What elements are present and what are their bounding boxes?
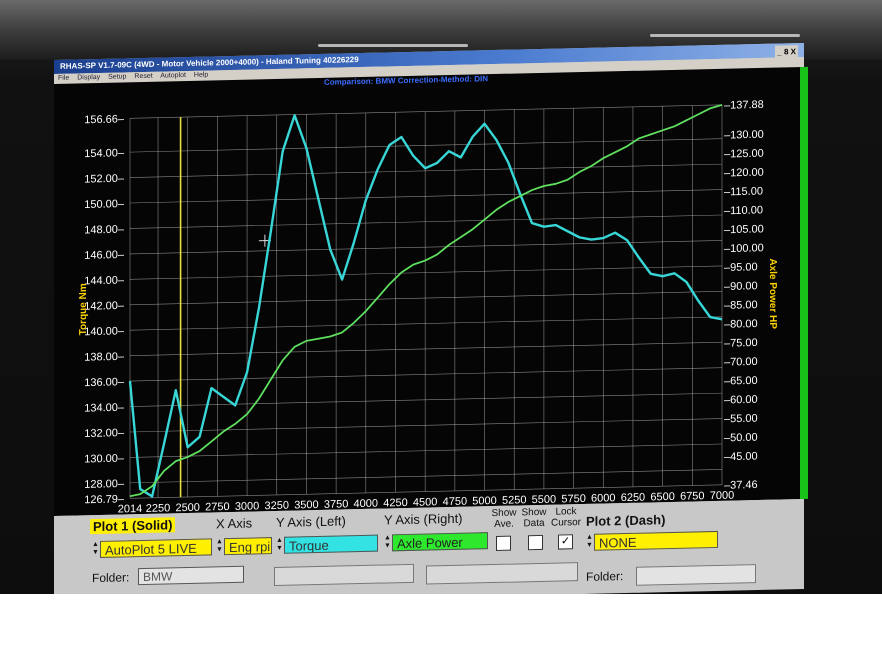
y-right-tick-label: –137.88: [724, 99, 764, 112]
y-right-tick-label: –37.46: [724, 479, 758, 492]
y-left-tick-label: 144.00–: [84, 274, 125, 287]
y-left-tick-label: 142.00–: [84, 300, 125, 313]
window-edge-strip: [800, 66, 808, 500]
lock-cursor-checkbox[interactable]: ✓: [558, 534, 573, 550]
menu-reset[interactable]: Reset: [134, 73, 152, 80]
y-right-tick-label: –130.00: [724, 129, 764, 142]
plot1-info-box-2: [426, 562, 578, 585]
page-bottom-blank: [0, 594, 882, 662]
folder2-label: Folder:: [586, 569, 624, 584]
y-right-selector[interactable]: Axle Power: [392, 532, 488, 552]
x-axis-spinner-icon[interactable]: ▲ ▼: [216, 538, 223, 555]
show-data-label: Show Data: [521, 506, 547, 530]
y-left-tick-label: 126.79–: [84, 493, 125, 506]
menu-display[interactable]: Display: [77, 74, 100, 82]
y-left-tick-label: 136.00–: [84, 376, 125, 389]
y-right-tick-label: –95.00: [724, 261, 758, 274]
plot2-spinner-icon[interactable]: ▲ ▼: [586, 534, 593, 551]
y-left-tick-label: 146.00–: [84, 249, 125, 262]
y-left-tick-label: 140.00–: [84, 325, 125, 338]
y-right-tick-label: –90.00: [724, 280, 758, 293]
plot2-label: Plot 2 (Dash): [586, 512, 666, 529]
y-right-tick-label: –60.00: [724, 394, 758, 407]
y-right-tick-label: –100.00: [724, 242, 764, 255]
plot2-selector[interactable]: NONE: [594, 530, 718, 551]
y-left-tick-label: 130.00–: [84, 453, 125, 466]
x-axis-label: X Axis: [216, 515, 253, 532]
plot1-info-box: [274, 563, 414, 587]
menu-help[interactable]: Help: [194, 71, 208, 78]
y-right-tick-label: –105.00: [724, 223, 764, 236]
show-ave-checkbox[interactable]: [496, 535, 511, 551]
y-right-tick-label: –115.00: [724, 185, 763, 198]
y-left-selector[interactable]: Torque: [284, 534, 378, 554]
plot1-selector[interactable]: AutoPlot 5 LIVE: [100, 538, 212, 558]
show-ave-label: Show Ave.: [491, 507, 517, 531]
y-right-tick-label: –70.00: [724, 356, 758, 369]
y-right-tick-label: –120.00: [724, 167, 764, 180]
y-left-tick-label: 150.00–: [84, 198, 125, 211]
lock-cursor-label: Lock Cursor: [550, 506, 581, 529]
y-left-tick-label: 156.66–: [84, 113, 125, 126]
folder2-input[interactable]: [636, 564, 756, 586]
y-right-spinner-icon[interactable]: ▲ ▼: [384, 534, 391, 551]
y-left-tick-label: 154.00–: [84, 147, 125, 160]
y-right-axis-label: Axle Power HP: [767, 258, 778, 329]
plot1-spinner-icon[interactable]: ▲ ▼: [92, 541, 99, 558]
y-right-tick-label: –65.00: [724, 375, 758, 388]
y-right-tick-label: –80.00: [724, 318, 758, 331]
y-right-tick-label: –55.00: [724, 413, 758, 426]
y-left-tick-label: 134.00–: [84, 402, 125, 415]
y-left-label: Y Axis (Left): [276, 513, 346, 530]
y-right-tick-label: –125.00: [724, 148, 764, 161]
y-left-tick-label: 152.00–: [84, 173, 125, 186]
menu-autoplot[interactable]: Autoplot: [160, 72, 186, 80]
plot1-label: Plot 1 (Solid): [90, 517, 176, 535]
x-axis-selector[interactable]: Eng rpi: [224, 537, 272, 556]
folder-label: Folder:: [92, 570, 130, 586]
y-right-tick-label: –50.00: [724, 432, 758, 445]
menu-setup[interactable]: Setup: [108, 73, 126, 80]
y-right-tick-label: –75.00: [724, 337, 758, 350]
chart-svg: 2014 2250 2500 2750 3000 3250 3500 3750 4000 4250…: [78, 99, 778, 516]
y-left-tick-label: 148.00–: [84, 224, 125, 237]
y-right-label: Y Axis (Right): [384, 510, 463, 528]
folder-input[interactable]: BMW: [138, 565, 244, 586]
light-reflection: [650, 34, 800, 37]
y-left-tick-label: 132.00–: [84, 427, 125, 440]
y-left-tick-label: 128.00–: [84, 478, 125, 491]
monitor-photo: RHAS-SP V1.7-09C (4WD - Motor Vehicle 20…: [0, 0, 882, 594]
y-left-tick-label: 138.00–: [84, 351, 125, 364]
menu-file[interactable]: File: [58, 75, 69, 82]
dyno-chart: 2014 2250 2500 2750 3000 3250 3500 3750 4000 4250…: [54, 66, 804, 517]
plot-controls-panel: Plot 1 (Solid) X Axis Y Axis (Left) Y Ax…: [54, 498, 804, 594]
light-reflection: [318, 44, 468, 47]
y-right-tick-label: –45.00: [724, 451, 758, 464]
y-right-tick-label: –85.00: [724, 299, 758, 312]
dyno-application-window: RHAS-SP V1.7-09C (4WD - Motor Vehicle 20…: [54, 42, 808, 594]
show-data-checkbox[interactable]: [528, 534, 543, 551]
y-right-tick-label: –110.00: [724, 204, 763, 217]
y-left-spinner-icon[interactable]: ▲ ▼: [276, 537, 283, 554]
y-left-axis-label: Torque Nm: [78, 283, 89, 335]
